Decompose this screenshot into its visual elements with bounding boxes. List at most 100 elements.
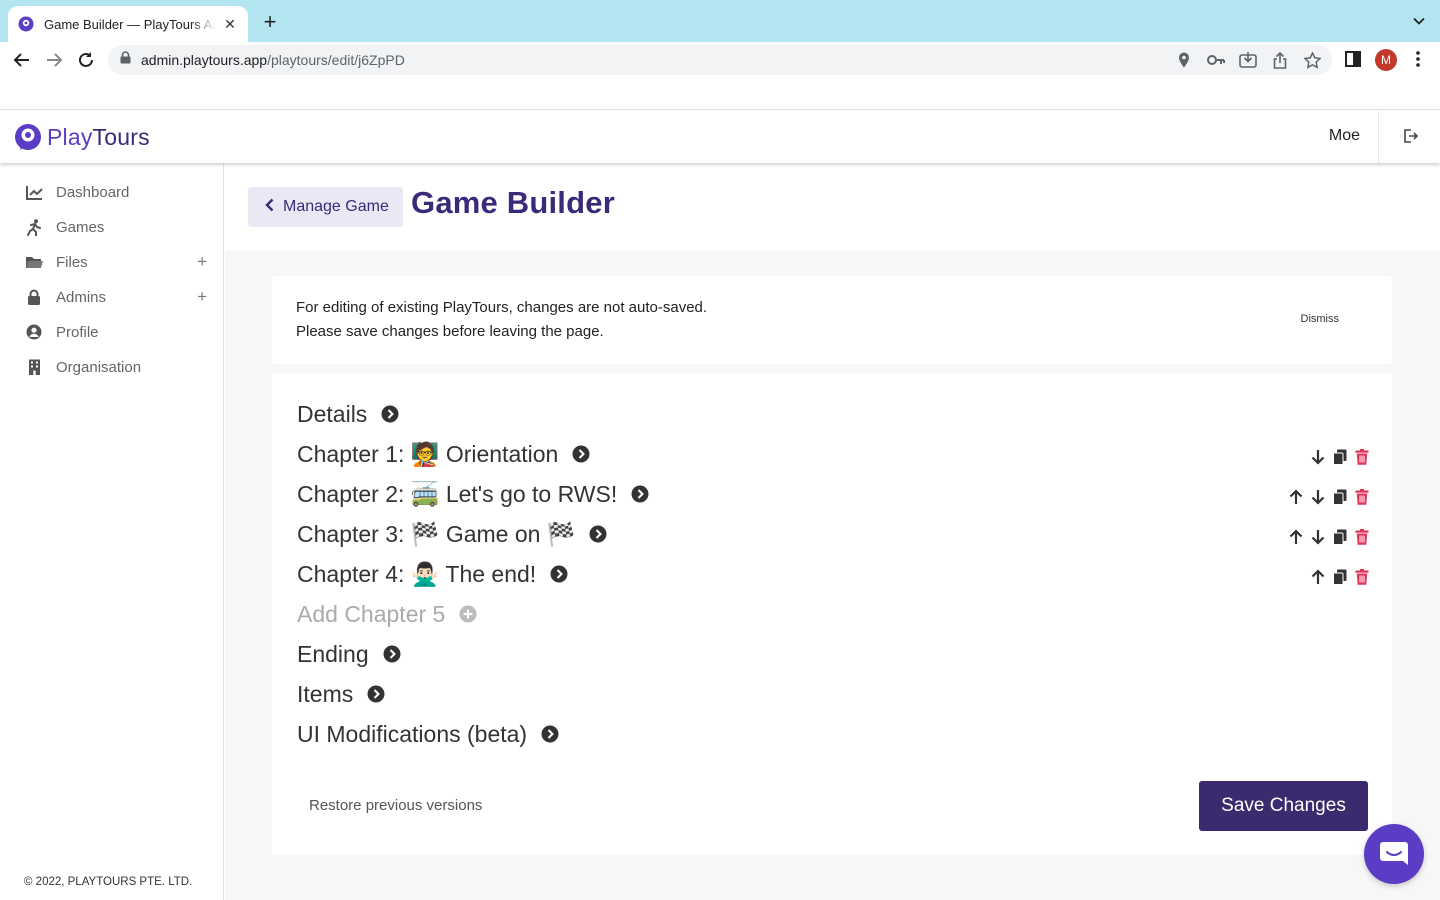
section-label: Items [297,680,354,707]
copyright: © 2022, PLAYTOURS PTE. LTD. [24,876,193,888]
copy-icon[interactable] [1332,488,1348,506]
browser-toolbar: admin.playtours.app/playtours/edit/j6ZpP… [0,42,1440,78]
section-label: Chapter 3: 🏁 Game on 🏁 [297,520,576,547]
running-icon [25,218,43,236]
chapter-3-actions [1288,527,1370,547]
reload-icon[interactable] [76,50,96,70]
tab-search-chevron-icon[interactable] [1412,14,1426,33]
sidebar-item-dashboard[interactable]: Dashboard [25,181,215,203]
page-header: Manage Game Game Builder [225,163,1440,251]
copy-icon[interactable] [1332,448,1348,466]
move-down-arrow-icon[interactable] [1310,448,1326,466]
section-label: Add Chapter 5 [297,600,446,627]
page-title: Game Builder [411,185,615,220]
chat-support-icon[interactable] [1364,824,1424,884]
chevron-right-circle-icon[interactable] [589,525,607,543]
sidebar-item-organisation[interactable]: Organisation [25,356,215,378]
new-tab-icon[interactable]: + [258,11,282,33]
manage-game-button[interactable]: Manage Game [248,187,403,227]
playtours-logo-icon [15,124,41,150]
key-icon[interactable] [1206,51,1226,69]
add-admin-plus-icon[interactable]: + [197,287,207,307]
chevron-right-circle-icon[interactable] [631,485,649,503]
share-icon[interactable] [1270,51,1290,69]
section-label: Details [297,400,368,427]
install-app-icon[interactable] [1238,51,1258,69]
move-down-arrow-icon[interactable] [1310,528,1326,546]
location-pin-icon[interactable] [1174,51,1194,69]
section-ui-modifications[interactable]: UI Modifications (beta) [297,719,559,749]
section-chapter-3[interactable]: Chapter 3: 🏁 Game on 🏁 [297,519,607,549]
section-chapter-4[interactable]: Chapter 4: 🙅🏻‍♂️ The end! [297,559,568,589]
side-panel-icon[interactable] [1344,50,1362,68]
sidebar-item-admins[interactable]: Admins + [25,286,215,308]
sidebar-label: Organisation [56,358,142,376]
chevron-right-circle-icon[interactable] [572,445,590,463]
user-name[interactable]: Moe [1329,127,1360,145]
folder-icon [25,253,43,271]
section-chapter-1[interactable]: Chapter 1: 🧑‍🏫 Orientation [297,439,590,469]
playtours-logo[interactable]: PlayTours [14,123,150,151]
logout-icon[interactable] [1402,128,1419,149]
plus-circle-icon[interactable] [459,605,477,623]
chapter-1-actions [1310,447,1370,467]
delete-trash-icon[interactable] [1354,448,1370,466]
sidebar: Dashboard Games Files + Admins + Profile… [0,163,224,900]
logo-text: PlayTours [47,123,150,150]
manage-game-label: Manage Game [283,198,389,215]
section-label: Chapter 2: 🚎 Let's go to RWS! [297,480,618,507]
chart-line-icon [25,183,43,201]
sidebar-item-profile[interactable]: Profile [25,321,215,343]
chevron-right-circle-icon[interactable] [367,685,385,703]
notice-line-1: For editing of existing PlayTours, chang… [296,299,708,316]
move-up-arrow-icon[interactable] [1310,568,1326,586]
forward-arrow-icon[interactable] [44,50,64,70]
profile-avatar[interactable]: M [1375,49,1397,71]
playtours-favicon-icon [18,16,34,32]
dismiss-button[interactable]: Dismiss [1301,313,1340,325]
chevron-right-circle-icon[interactable] [541,725,559,743]
save-changes-button[interactable]: Save Changes [1199,781,1368,831]
delete-trash-icon[interactable] [1354,488,1370,506]
browser-tab[interactable]: Game Builder — PlayTours Admin ✕ [8,6,248,42]
sidebar-item-files[interactable]: Files + [25,251,215,273]
section-label: Chapter 4: 🙅🏻‍♂️ The end! [297,560,537,587]
move-up-arrow-icon[interactable] [1288,528,1304,546]
copy-icon[interactable] [1332,568,1348,586]
sidebar-label: Admins [56,288,107,306]
section-details[interactable]: Details [297,399,399,429]
restore-versions-link[interactable]: Restore previous versions [309,797,482,814]
browser-menu-icon[interactable] [1410,50,1426,68]
move-down-arrow-icon[interactable] [1310,488,1326,506]
delete-trash-icon[interactable] [1354,568,1370,586]
bookmark-star-icon[interactable] [1302,51,1322,69]
autosave-notice: For editing of existing PlayTours, chang… [272,276,1392,364]
building-icon [25,358,43,376]
address-bar[interactable]: admin.playtours.app/playtours/edit/j6ZpP… [108,45,1332,75]
header-divider [1378,111,1379,163]
url-text: admin.playtours.app/playtours/edit/j6ZpP… [141,52,405,68]
sidebar-label: Games [56,218,105,236]
game-builder-panel: Details Chapter 1: 🧑‍🏫 Orientation Chapt… [272,373,1392,855]
delete-trash-icon[interactable] [1354,528,1370,546]
user-circle-icon [25,323,43,341]
browser-infobar-space [0,78,1440,110]
back-arrow-icon[interactable] [12,50,32,70]
section-label: Ending [297,640,369,667]
sidebar-label: Dashboard [56,183,130,201]
sidebar-item-games[interactable]: Games [25,216,215,238]
chevron-right-circle-icon[interactable] [383,645,401,663]
add-file-plus-icon[interactable]: + [197,252,207,272]
copy-icon[interactable] [1332,528,1348,546]
section-label: UI Modifications (beta) [297,720,528,747]
lock-icon [120,51,131,69]
chevron-right-circle-icon[interactable] [381,405,399,423]
app-header: PlayTours Moe [0,111,1440,163]
chevron-right-circle-icon[interactable] [550,565,568,583]
section-ending[interactable]: Ending [297,639,401,669]
section-chapter-2[interactable]: Chapter 2: 🚎 Let's go to RWS! [297,479,649,509]
move-up-arrow-icon[interactable] [1288,488,1304,506]
section-items[interactable]: Items [297,679,385,709]
tab-close-icon[interactable]: ✕ [222,16,238,33]
add-chapter-button[interactable]: Add Chapter 5 [297,599,477,629]
